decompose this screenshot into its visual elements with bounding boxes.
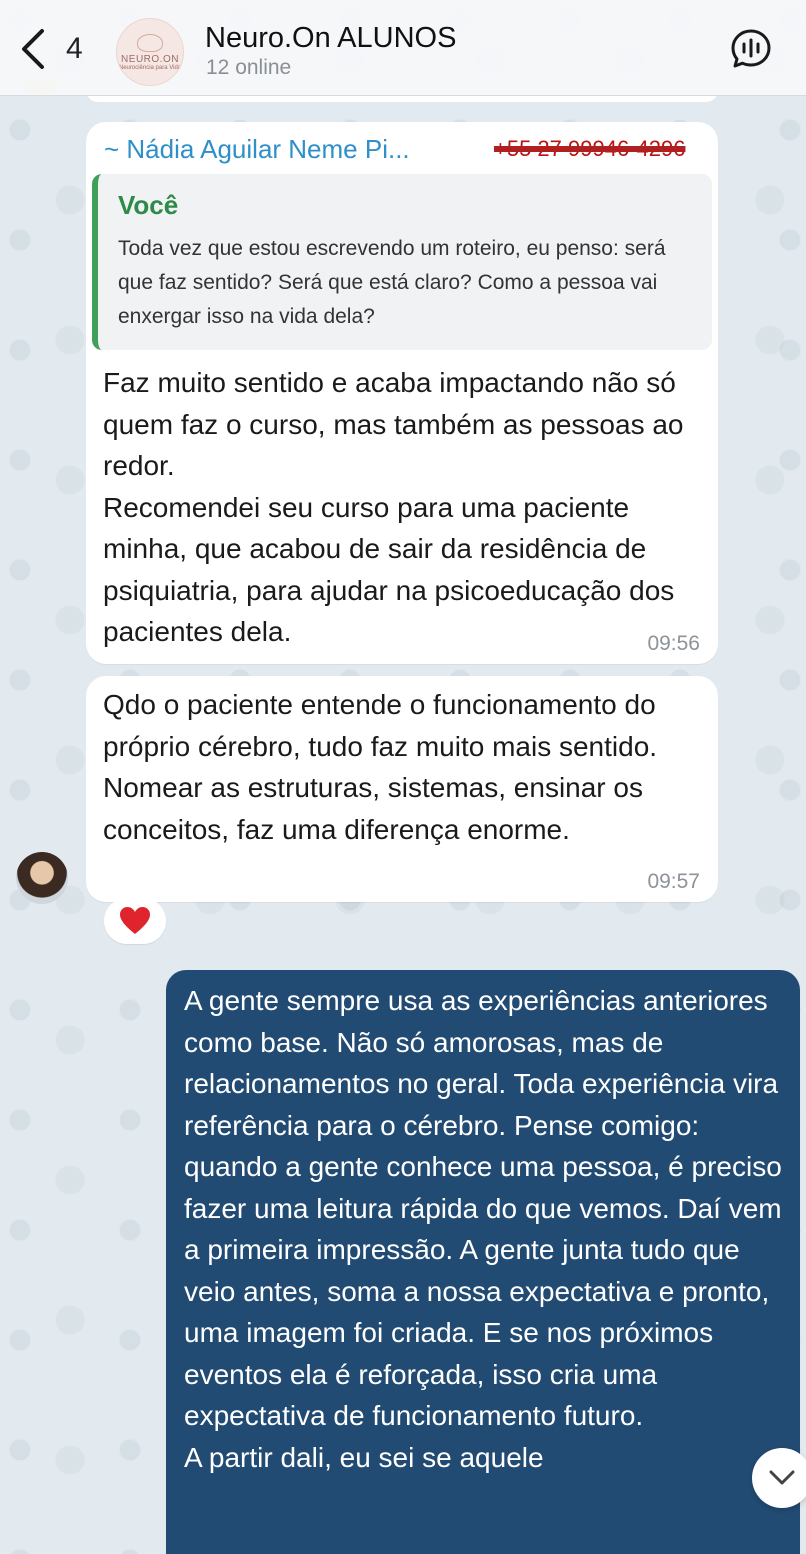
message-bubble-incoming[interactable]: Qdo o paciente entende o funcionamento d… <box>86 676 718 902</box>
message-bubble-incoming[interactable]: ~ Nádia Aguilar Neme Pi... +55 27 99946-… <box>86 122 718 664</box>
group-avatar-text: NEURO.ON <box>121 53 179 65</box>
message-time: 09:57 <box>647 870 700 893</box>
unread-count: 4 <box>66 32 83 65</box>
sender-avatar[interactable] <box>16 852 68 904</box>
message-text: Faz muito sentido e acaba impactando não… <box>103 367 684 647</box>
back-button[interactable]: 4 <box>18 26 98 72</box>
sender-phone-redacted: +55 27 99946-4296 <box>494 136 686 161</box>
chevron-down-icon <box>769 1470 795 1485</box>
reaction-badge[interactable] <box>104 898 166 944</box>
chevron-left-icon <box>22 29 44 69</box>
chat-title[interactable]: Neuro.On ALUNOS <box>205 22 456 55</box>
voice-chat-button[interactable] <box>730 28 772 70</box>
heart-icon <box>120 907 150 934</box>
message-bubble-outgoing[interactable]: A gente sempre usa as experiências anter… <box>166 970 800 1554</box>
group-avatar[interactable]: NEURO.ON Neurociência para Vida <box>116 18 184 86</box>
voice-chat-icon <box>731 29 771 68</box>
quoted-reply-author: Você <box>118 190 179 220</box>
message-text: Qdo o paciente entende o funcionamento d… <box>103 689 658 845</box>
message-text: A gente sempre usa as experiências anter… <box>184 985 782 1473</box>
quoted-reply-text: Toda vez que estou escrevendo um roteiro… <box>118 237 666 328</box>
online-status: 12 online <box>206 56 292 79</box>
message-time: 09:56 <box>647 632 700 655</box>
sender-row: ~ Nádia Aguilar Neme Pi... +55 27 99946-… <box>104 132 704 166</box>
quoted-reply[interactable]: Você Toda vez que estou escrevendo um ro… <box>92 174 712 350</box>
sender-name[interactable]: ~ Nádia Aguilar Neme Pi... <box>104 134 410 165</box>
chat-header: 4 NEURO.ON Neurociência para Vida Neuro.… <box>0 0 806 96</box>
brain-icon <box>137 33 163 52</box>
scroll-to-bottom-button[interactable] <box>752 1448 806 1508</box>
group-avatar-subtext: Neurociência para Vida <box>118 64 182 71</box>
